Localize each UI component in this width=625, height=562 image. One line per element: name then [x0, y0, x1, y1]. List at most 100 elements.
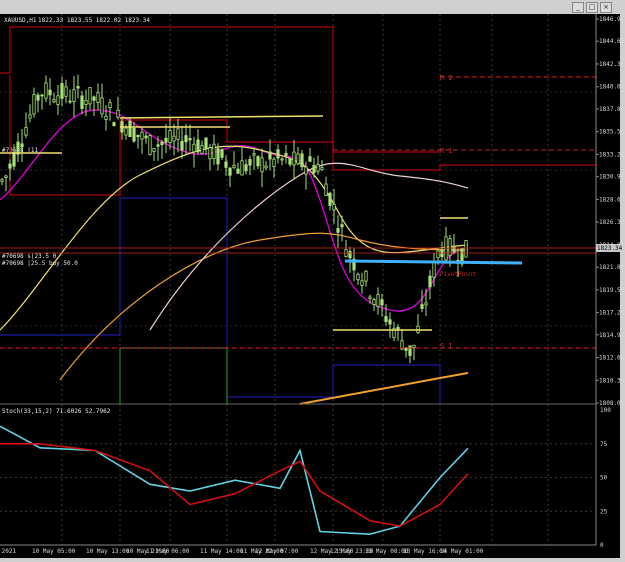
- candle-body-37: [148, 135, 152, 155]
- candle-body-73: [292, 151, 296, 166]
- candle-body-17: [68, 100, 72, 103]
- price-tick-label-12: 1819.50: [599, 287, 625, 294]
- candle-body-13: [52, 99, 56, 103]
- price-tick-label-0: 1846.90: [599, 16, 625, 23]
- candle-body-11: [44, 82, 48, 99]
- price-tick-label-14: 1814.95: [599, 332, 625, 339]
- candle-body-68: [272, 158, 276, 167]
- candle-body-55: [220, 149, 224, 158]
- ma-fast: [0, 109, 469, 312]
- annotation-mid-b: #70698 |25.5 buy 50.0: [2, 260, 78, 267]
- candle-body-3: [12, 151, 16, 167]
- candle-body-20: [80, 95, 84, 109]
- time-axis: 7 May 202110 May 05:0010 May 13:0010 May…: [0, 544, 596, 555]
- symbol-title: XAUUSD,H1: [4, 17, 37, 24]
- candle-body-12: [48, 89, 52, 96]
- candle-body-6: [24, 127, 28, 136]
- ma-trend: [299, 372, 469, 405]
- candle-body-96: [384, 316, 388, 322]
- stoch-tick-label-2: 50: [600, 475, 608, 482]
- candle-body-48: [192, 143, 196, 153]
- price-chart[interactable]: XAUUSD,H1 1822.33 1823.55 1822.02 1823.3…: [0, 0, 625, 562]
- ma-slow: [59, 232, 469, 381]
- candle-body-28: [112, 122, 116, 127]
- time-tick-label-0: 7 May 2021: [0, 548, 17, 555]
- annotation-mid-a: #70698 s|23.5 0: [2, 253, 57, 260]
- candle-body-42: [168, 130, 172, 143]
- candle-body-75: [300, 153, 304, 168]
- price-tick-label-11: 1821.80: [599, 264, 625, 271]
- candle-body-82: [328, 192, 332, 206]
- candle-body-40: [160, 141, 164, 146]
- candle-body-50: [200, 145, 204, 154]
- candle-body-71: [284, 152, 288, 156]
- pivot-label: PivotPoint: [440, 271, 477, 278]
- candle-body-24: [96, 92, 100, 103]
- candle-body-89: [356, 273, 360, 281]
- candle-body-83: [332, 203, 336, 211]
- candle-body-63: [252, 153, 256, 156]
- candle-body-90: [360, 280, 364, 286]
- candle-body-102: [408, 345, 412, 356]
- stoch-axis: 100 75 50 25 0: [0, 407, 611, 549]
- candle-body-105: [420, 304, 424, 309]
- price-tick-label-2: 1842.35: [599, 61, 625, 68]
- candle-body-45: [180, 140, 184, 151]
- candle-body-62: [248, 159, 252, 166]
- price-tick-label-8: 1828.65: [599, 196, 625, 203]
- candle-body-0: [0, 179, 4, 182]
- candle-body-54: [216, 148, 220, 165]
- candle-body-25: [100, 97, 104, 115]
- price-tick-label-9: 1826.35: [599, 219, 625, 226]
- candle-body-72: [288, 158, 292, 165]
- candle-body-44: [176, 128, 180, 140]
- candle-body-10: [40, 94, 44, 97]
- pivot-line: [344, 259, 523, 265]
- candle-body-33: [132, 127, 136, 142]
- candle-body-1: [4, 175, 8, 178]
- candle-body-18: [72, 89, 76, 102]
- candle-body-85: [340, 224, 344, 228]
- candle-body-65: [260, 157, 264, 173]
- stoch-tick-label-3: 25: [600, 508, 608, 515]
- candle-body-93: [372, 299, 376, 305]
- candle-body-46: [184, 135, 188, 143]
- candle-body-27: [108, 102, 112, 109]
- price-tick-label-16: 1810.35: [599, 377, 625, 384]
- time-tick-label-4: 11 May 06:00: [146, 548, 190, 555]
- candle-body-52: [208, 147, 212, 160]
- candle-body-84: [336, 228, 340, 233]
- candle-body-32: [128, 120, 132, 138]
- candle-body-23: [92, 96, 96, 101]
- stochastic-lines: [0, 425, 469, 536]
- candle-body-77: [308, 156, 312, 162]
- candle-body-109: [436, 250, 440, 259]
- candle-body-26: [104, 115, 108, 120]
- ohlc-readout: 1822.33 1823.55 1822.02 1823.34: [38, 17, 150, 24]
- candle-body-31: [124, 127, 128, 136]
- candle-body-2: [8, 163, 12, 169]
- candle-body-94: [376, 294, 380, 307]
- candle-body-15: [60, 83, 64, 99]
- candle-body-16: [64, 86, 68, 97]
- candle-body-49: [196, 139, 200, 153]
- time-tick-label-7: 12 May 07:00: [255, 548, 299, 555]
- stoch-signal: [0, 443, 469, 527]
- candle-body-103: [412, 344, 416, 349]
- candle-body-81: [324, 183, 328, 196]
- candle-body-38: [152, 148, 156, 152]
- candle-body-19: [76, 86, 80, 89]
- ma-mid: [0, 145, 469, 331]
- price-tick-label-13: 1817.20: [599, 310, 625, 317]
- candle-body-91: [364, 270, 368, 282]
- candle-body-108: [432, 262, 436, 278]
- stoch-tick-label-1: 75: [600, 441, 608, 448]
- candle-body-51: [204, 137, 208, 149]
- candle-body-35: [140, 131, 144, 140]
- candle-body-36: [144, 135, 148, 139]
- time-tick-label-5: 11 May 14:00: [200, 548, 244, 555]
- candle-body-59: [236, 168, 240, 174]
- time-tick-label-2: 10 May 13:00: [86, 548, 130, 555]
- price-tick-label-6: 1833.20: [599, 151, 625, 158]
- candle-body-5: [20, 143, 24, 148]
